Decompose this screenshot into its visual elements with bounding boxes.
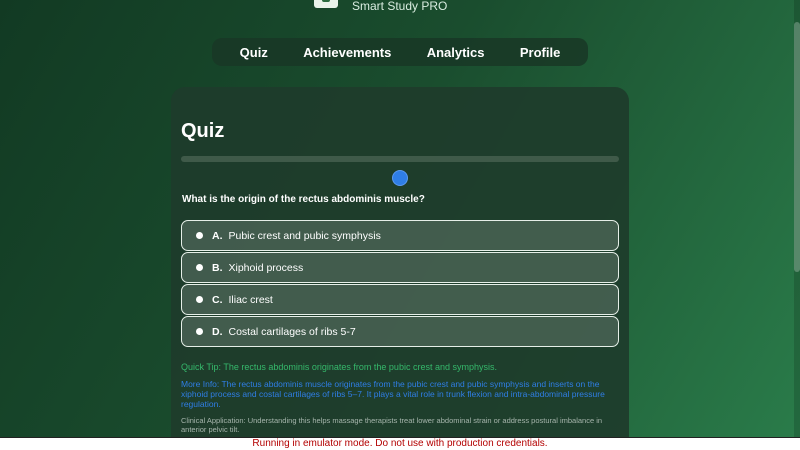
page-scrollbar[interactable] — [794, 0, 800, 437]
answer-option-a[interactable]: A. Pubic crest and pubic symphysis — [181, 220, 619, 251]
scrollbar-thumb[interactable] — [794, 22, 800, 272]
answer-option-d[interactable]: D. Costal cartilages of ribs 5-7 — [181, 316, 619, 347]
radio-icon — [196, 232, 203, 239]
nav-item-quiz[interactable]: Quiz — [240, 45, 268, 60]
option-text: Iliac crest — [228, 293, 273, 306]
nav-item-analytics[interactable]: Analytics — [427, 45, 485, 60]
option-letter: A. — [212, 229, 223, 242]
option-text: Pubic crest and pubic symphysis — [228, 229, 381, 242]
radio-icon — [196, 296, 203, 303]
option-text: Costal cartilages of ribs 5-7 — [228, 325, 356, 338]
progress-indicator-dot — [393, 171, 407, 185]
app-logo-icon — [314, 0, 338, 8]
option-letter: B. — [212, 261, 223, 274]
answer-option-c[interactable]: C. Iliac crest — [181, 284, 619, 315]
option-letter: D. — [212, 325, 223, 338]
quick-tip: Quick Tip: The rectus abdominis originat… — [181, 362, 497, 372]
nav-item-profile[interactable]: Profile — [520, 45, 560, 60]
nav-item-achievements[interactable]: Achievements — [303, 45, 391, 60]
question-text: What is the origin of the rectus abdomin… — [182, 194, 425, 205]
radio-icon — [196, 264, 203, 271]
answer-option-b[interactable]: B. Xiphoid process — [181, 252, 619, 283]
answer-options: A. Pubic crest and pubic symphysis B. Xi… — [181, 220, 619, 348]
option-text: Xiphoid process — [228, 261, 304, 274]
emulator-warning-banner: Running in emulator mode. Do not use wit… — [0, 437, 800, 450]
clinical-application-text: Clinical Application: Understanding this… — [181, 416, 603, 434]
app-name: Smart Study PRO — [352, 0, 448, 13]
radio-icon — [196, 328, 203, 335]
page-title: Quiz — [181, 120, 225, 142]
more-info-text: More Info: The rectus abdominis muscle o… — [181, 379, 605, 409]
main-nav: Quiz Achievements Analytics Profile — [212, 38, 588, 66]
quiz-progress-bar — [181, 156, 619, 162]
option-letter: C. — [212, 293, 223, 306]
